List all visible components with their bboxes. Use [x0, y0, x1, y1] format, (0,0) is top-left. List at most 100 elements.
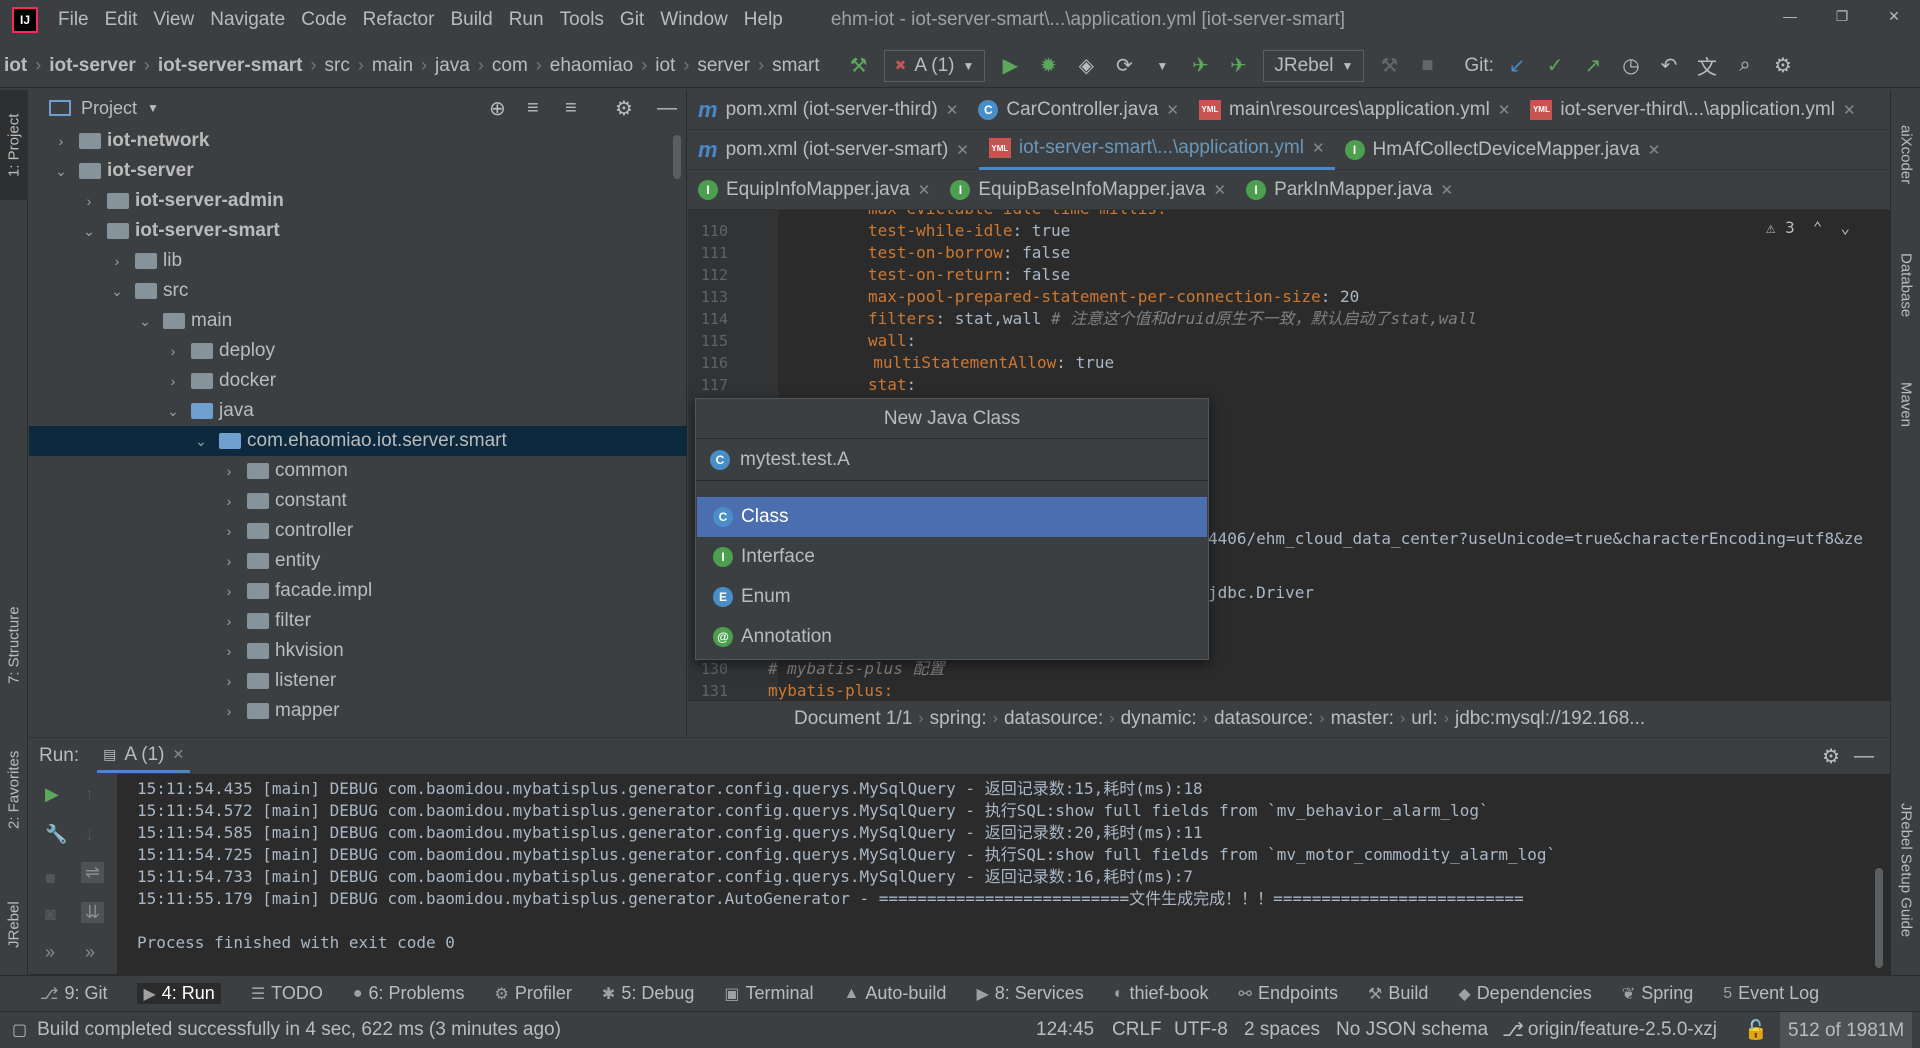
rerun-icon[interactable]: ▶ [45, 784, 59, 805]
chevron-down-icon[interactable]: ⌄ [107, 283, 127, 300]
tab-smart-application-yml[interactable]: YML iot-server-smart\...\application.yml ✕ [978, 129, 1335, 170]
stop-icon[interactable]: ■ [1412, 51, 1442, 81]
scroll-up-icon[interactable]: ↑ [85, 784, 94, 805]
kind-option-interface[interactable]: I Interface [697, 537, 1207, 577]
jrebel-tool-tab[interactable]: JRebel [0, 880, 28, 970]
jrebel-setup-tool-tab[interactable]: JRebel Setup Guide [1891, 780, 1920, 960]
soft-wrap-icon[interactable]: ⇌ [81, 862, 105, 883]
chevron-down-icon[interactable]: ⌄ [163, 403, 183, 420]
close-tab-icon[interactable]: ✕ [1312, 139, 1325, 157]
chevron-right-icon[interactable]: › [219, 673, 239, 689]
more-run-chevron-icon[interactable]: ▼ [1147, 51, 1177, 81]
caret-position[interactable]: 124:45 [1036, 1019, 1094, 1041]
close-tab-icon[interactable]: ✕ [918, 181, 931, 199]
tool-window-button[interactable]: 5 Event Log [1723, 983, 1819, 1004]
profiler-icon[interactable]: ⟳ [1109, 51, 1139, 81]
expand-all-icon[interactable]: ≡ [527, 97, 539, 120]
indent-setting[interactable]: 2 spaces [1244, 1019, 1320, 1041]
tab-pom-smart[interactable]: m pom.xml (iot-server-smart) ✕ [688, 130, 979, 170]
lock-icon[interactable]: 🔓 [1744, 1018, 1768, 1042]
tree-node[interactable]: ⌄ iot-server-smart [29, 216, 687, 246]
menu-tools[interactable]: Tools [552, 9, 612, 31]
search-icon[interactable]: ⌕ [1730, 51, 1760, 81]
collapse-all-icon[interactable]: ≡ [565, 97, 577, 120]
tree-node[interactable]: ⌄ iot-server [29, 156, 687, 186]
tree-node[interactable]: ⌄ src [29, 276, 687, 306]
file-encoding[interactable]: UTF-8 [1174, 1019, 1228, 1041]
git-branch[interactable]: ⎇ origin/feature-2.5.0-xzj [1502, 1019, 1717, 1042]
chevron-right-icon[interactable]: › [219, 643, 239, 659]
chevron-right-icon[interactable]: › [219, 523, 239, 539]
close-tab-icon[interactable]: ✕ [1440, 181, 1453, 199]
git-update-icon[interactable]: ↙ [1502, 51, 1532, 81]
console-output[interactable]: 15:11:54.435 [main] DEBUG com.baomidou.m… [137, 778, 1877, 954]
jrebel-debug-icon[interactable]: ✈ [1223, 51, 1253, 81]
menu-git[interactable]: Git [612, 9, 652, 31]
coverage-icon[interactable]: ◈ [1071, 51, 1101, 81]
tool-window-button[interactable]: ❦ Spring [1622, 983, 1693, 1004]
crumb-server[interactable]: server [693, 55, 754, 77]
tree-node[interactable]: › constant [29, 486, 687, 516]
tool-window-button[interactable]: ◆ Dependencies [1458, 983, 1591, 1004]
chevron-right-icon[interactable]: › [107, 253, 127, 269]
attach-icon[interactable]: ⚒ [1374, 51, 1404, 81]
chevron-down-icon[interactable]: ⌄ [191, 433, 211, 450]
tree-node[interactable]: › docker [29, 366, 687, 396]
tool-window-button[interactable]: ◐ thief-book [1114, 983, 1209, 1004]
chevron-right-icon[interactable]: › [79, 193, 99, 209]
tab-main-application-yml[interactable]: YML main\resources\application.yml ✕ [1189, 90, 1520, 130]
chevron-down-icon[interactable]: ⌄ [135, 313, 155, 330]
build-hammer-icon[interactable]: ⚒ [844, 51, 874, 81]
console-scrollbar[interactable] [1875, 868, 1883, 968]
close-tab-icon[interactable]: ✕ [946, 101, 959, 119]
tool-window-button[interactable]: ⚒ Build [1368, 983, 1428, 1004]
close-tab-icon[interactable]: ✕ [1648, 141, 1661, 159]
tab-third-application-yml[interactable]: YML iot-server-third\...\application.yml ✕ [1520, 90, 1865, 130]
tool-window-button[interactable]: ⚙ Profiler [495, 983, 572, 1004]
editor-inspection-widget[interactable]: ⚠ 3 ⌃ ⌄ [1766, 218, 1850, 237]
database-tool-tab[interactable]: Database [1891, 230, 1920, 340]
favorites-tool-tab[interactable]: 2: Favorites [0, 730, 28, 850]
tree-node[interactable]: › entity [29, 546, 687, 576]
menu-navigate[interactable]: Navigate [202, 9, 293, 31]
menu-window[interactable]: Window [652, 9, 736, 31]
crumb-dynamic[interactable]: dynamic: [1115, 708, 1203, 730]
close-tab-icon[interactable]: ✕ [1213, 181, 1226, 199]
menu-view[interactable]: View [145, 9, 202, 31]
tool-window-button[interactable]: ⚯ Endpoints [1239, 983, 1338, 1004]
crumb-java[interactable]: java [431, 55, 474, 77]
crumb-iot[interactable]: iot [0, 55, 31, 77]
chevron-right-icon[interactable]: › [219, 463, 239, 479]
tab-car-controller[interactable]: C CarController.java ✕ [968, 90, 1189, 130]
menu-run[interactable]: Run [501, 9, 552, 31]
close-tab-icon[interactable]: ✕ [956, 141, 969, 159]
locate-icon[interactable]: ⊕ [489, 96, 506, 121]
project-panel-title[interactable]: Project [81, 98, 137, 119]
maven-tool-tab[interactable]: Maven [1891, 360, 1920, 450]
minimize-icon[interactable]: — [1764, 0, 1816, 32]
menu-refactor[interactable]: Refactor [355, 9, 443, 31]
memory-indicator[interactable]: 512 of 1981M [1780, 1011, 1913, 1048]
hide-panel-icon[interactable]: — [1854, 745, 1874, 768]
tree-node[interactable]: › common [29, 456, 687, 486]
history-icon[interactable]: ◷ [1616, 51, 1646, 81]
chevron-right-icon[interactable]: › [219, 553, 239, 569]
more-icon[interactable]: » [45, 942, 55, 963]
more-icon-2[interactable]: » [85, 942, 95, 963]
crumb-main[interactable]: main [368, 55, 417, 77]
tool-window-button[interactable]: ▶ 4: Run [137, 983, 221, 1004]
project-tool-tab[interactable]: 1: Project [0, 90, 28, 200]
menu-build[interactable]: Build [442, 9, 500, 31]
chevron-down-icon[interactable]: ⌄ [51, 163, 71, 180]
crumb-datasource-2[interactable]: datasource: [1208, 708, 1319, 730]
hide-panel-icon[interactable]: — [657, 97, 677, 120]
run-icon[interactable]: ▶ [995, 51, 1025, 81]
tool-window-button[interactable]: ▣ Terminal [724, 983, 813, 1004]
tab-hmafcollect-mapper[interactable]: I HmAfCollectDeviceMapper.java ✕ [1335, 130, 1671, 170]
tree-node[interactable]: › iot-network [29, 126, 687, 156]
tool-window-button[interactable]: ▲ Auto-build [844, 983, 947, 1004]
jrebel-run-icon[interactable]: ✈ [1185, 51, 1215, 81]
tree-node[interactable]: › facade.impl [29, 576, 687, 606]
kind-option-annotation[interactable]: @ Annotation [697, 617, 1207, 657]
crumb-ehaomiao[interactable]: ehaomiao [546, 55, 637, 77]
